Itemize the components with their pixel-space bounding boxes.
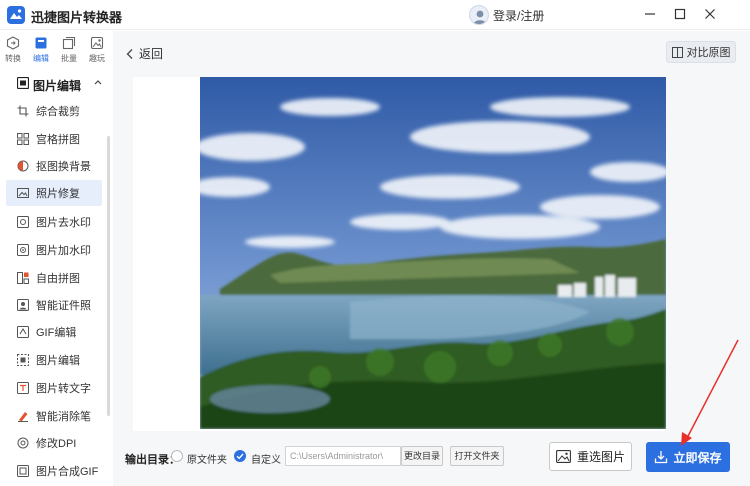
back-label: 返回 <box>139 47 164 61</box>
convert-icon <box>6 36 20 50</box>
close-icon[interactable] <box>701 5 719 23</box>
reselect-label: 重选图片 <box>576 450 625 464</box>
crop-icon <box>17 105 29 117</box>
sidebar-scrollbar[interactable] <box>107 136 110 416</box>
sidebar-item-gif-compose[interactable]: 图片合成GIF <box>6 458 102 484</box>
radio-custom-label: 自定义 <box>251 455 281 466</box>
collage-icon <box>17 272 29 284</box>
sidebar: 图片编辑 综合裁剪 宫格拼图 抠图换背景 照片修复 图片去水印 图片加水印 自由… <box>0 66 112 486</box>
preview-image <box>200 77 666 429</box>
image-edit-section-icon <box>17 77 29 89</box>
fun-icon <box>90 36 104 50</box>
chevron-up-icon <box>94 80 102 85</box>
sidebar-section-title: 图片编辑 <box>33 79 82 93</box>
save-now-button[interactable]: 立即保存 <box>646 442 730 472</box>
gif-icon <box>17 326 29 338</box>
edit-icon <box>35 37 47 49</box>
image-icon <box>556 450 571 463</box>
gif-compose-icon <box>17 465 29 477</box>
sidebar-item-id-photo[interactable]: 智能证件照 <box>6 292 102 318</box>
chevron-left-icon <box>126 48 133 59</box>
compare-label: 对比原图 <box>686 47 731 59</box>
sidebar-item-gif-edit[interactable]: GIF编辑 <box>6 319 102 345</box>
sidebar-section-header[interactable]: 图片编辑 <box>0 72 112 96</box>
remove-watermark-icon <box>17 216 29 228</box>
sidebar-item-add-watermark[interactable]: 图片加水印 <box>6 237 102 263</box>
tab-label: 趣玩 <box>89 54 105 63</box>
radio-custom[interactable] <box>234 450 246 462</box>
download-icon <box>655 451 668 464</box>
id-photo-icon <box>17 299 29 311</box>
sidebar-item-label: 图片编辑 <box>36 355 80 367</box>
checkmark-icon <box>236 453 244 460</box>
sidebar-item-label: 智能证件照 <box>36 300 91 312</box>
reselect-image-button[interactable]: 重选图片 <box>549 442 632 471</box>
compare-icon <box>671 46 683 58</box>
sidebar-item-label: 抠图换背景 <box>36 161 91 173</box>
tab-label: 批量 <box>61 54 77 63</box>
sidebar-item-label: 修改DPI <box>36 438 77 450</box>
login-register[interactable]: 登录/注册 <box>469 4 544 26</box>
tab-edit[interactable]: 编辑 <box>28 31 54 65</box>
add-watermark-icon <box>17 244 29 256</box>
sidebar-item-label: GIF编辑 <box>36 327 77 339</box>
sidebar-item-label: 图片去水印 <box>36 217 91 229</box>
tab-fun[interactable]: 趣玩 <box>84 31 110 65</box>
image-canvas <box>133 77 666 431</box>
sidebar-item-collage[interactable]: 自由拼图 <box>6 265 102 291</box>
sidebar-item-remove-watermark[interactable]: 图片去水印 <box>6 209 102 235</box>
ocr-icon <box>17 382 29 394</box>
tab-label: 转换 <box>5 54 21 63</box>
minimize-icon[interactable] <box>641 5 659 23</box>
landscape-photo <box>200 77 666 429</box>
avatar <box>469 5 489 25</box>
cutout-icon <box>17 160 29 172</box>
tab-convert[interactable]: 转换 <box>0 31 26 65</box>
sidebar-item-cutout[interactable]: 抠图换背景 <box>6 153 102 179</box>
sidebar-item-label: 自由拼图 <box>36 273 80 285</box>
user-icon <box>473 10 487 24</box>
title-bar: 迅捷图片转换器 登录/注册 <box>0 0 750 30</box>
image-edit-icon <box>17 354 29 366</box>
sidebar-item-ocr[interactable]: 图片转文字 <box>6 375 102 401</box>
mode-tabs: 转换 编辑 批量 趣玩 <box>0 31 110 65</box>
restore-icon[interactable] <box>671 5 689 23</box>
sidebar-item-photo-repair[interactable]: 照片修复 <box>6 180 102 206</box>
login-register-label: 登录/注册 <box>493 8 545 23</box>
app-title: 迅捷图片转换器 <box>31 10 123 25</box>
save-label: 立即保存 <box>673 450 722 465</box>
sidebar-item-label: 宫格拼图 <box>36 134 80 146</box>
tab-batch[interactable]: 批量 <box>56 31 82 65</box>
sidebar-item-grid[interactable]: 宫格拼图 <box>6 126 102 152</box>
sidebar-item-label: 智能消除笔 <box>36 411 91 423</box>
main-panel: 返回 对比原图 输出目录： 原文件夹 自定义 C:\Users\Administ… <box>113 31 750 486</box>
sidebar-item-label: 综合裁剪 <box>36 106 80 118</box>
open-folder-button[interactable]: 打开文件夹 <box>450 446 504 466</box>
sidebar-item-dpi[interactable]: 修改DPI <box>6 430 102 456</box>
tab-label: 编辑 <box>33 54 49 63</box>
sidebar-item-image-edit[interactable]: 图片编辑 <box>6 347 102 373</box>
compare-original-button[interactable]: 对比原图 <box>666 41 736 63</box>
sidebar-item-label: 照片修复 <box>36 188 80 200</box>
change-directory-button[interactable]: 更改目录 <box>401 446 443 466</box>
sidebar-item-label: 图片加水印 <box>36 245 91 257</box>
app-logo-icon <box>7 6 25 24</box>
repair-icon <box>17 188 29 198</box>
radio-original-folder[interactable] <box>171 450 183 462</box>
sidebar-item-eraser[interactable]: 智能消除笔 <box>6 403 102 429</box>
sidebar-item-label: 图片合成GIF <box>36 466 99 478</box>
dpi-icon <box>17 437 29 449</box>
output-path-field[interactable]: C:\Users\Administrator\ <box>285 446 401 466</box>
back-button[interactable]: 返回 <box>125 45 163 62</box>
sidebar-item-crop[interactable]: 综合裁剪 <box>6 98 102 124</box>
grid-icon <box>17 133 29 145</box>
sidebar-item-label: 图片转文字 <box>36 383 91 395</box>
eraser-icon <box>18 412 28 422</box>
batch-icon <box>62 36 76 50</box>
radio-original-folder-label: 原文件夹 <box>187 455 227 466</box>
